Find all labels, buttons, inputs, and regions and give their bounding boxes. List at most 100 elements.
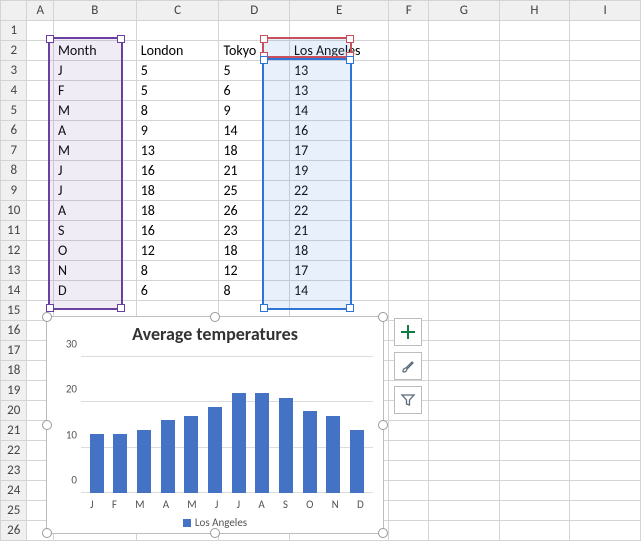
chart-bar[interactable]	[137, 430, 151, 493]
cell[interactable]	[570, 361, 641, 381]
cell[interactable]: M	[53, 101, 136, 121]
grid-row[interactable]: 5M8914	[1, 101, 641, 121]
resize-handle[interactable]	[378, 528, 388, 538]
chart-elements-button[interactable]	[394, 318, 422, 346]
cell[interactable]: A	[53, 121, 136, 141]
cell[interactable]: J	[53, 161, 136, 181]
cell[interactable]	[499, 201, 570, 221]
cell[interactable]: N	[53, 261, 136, 281]
cell[interactable]	[429, 161, 500, 181]
cell[interactable]	[499, 61, 570, 81]
chart-bar[interactable]	[232, 393, 246, 493]
cell[interactable]	[570, 281, 641, 301]
cell[interactable]	[429, 321, 500, 341]
cell[interactable]	[27, 41, 53, 61]
cell[interactable]	[136, 21, 219, 41]
row-header[interactable]: 22	[1, 441, 27, 461]
cell[interactable]	[570, 481, 641, 501]
cell[interactable]	[570, 221, 641, 241]
grid-row[interactable]: 4F5613	[1, 81, 641, 101]
cell[interactable]: J	[53, 181, 136, 201]
cell[interactable]	[570, 341, 641, 361]
cell[interactable]	[27, 281, 53, 301]
cell[interactable]	[499, 221, 570, 241]
cell[interactable]: 9	[219, 101, 290, 121]
row-header[interactable]: 21	[1, 421, 27, 441]
cell[interactable]	[429, 361, 500, 381]
cell[interactable]	[570, 421, 641, 441]
cell[interactable]	[499, 261, 570, 281]
row-header[interactable]: 9	[1, 181, 27, 201]
cell[interactable]	[389, 201, 429, 221]
cell[interactable]	[570, 381, 641, 401]
cell[interactable]: 26	[219, 201, 290, 221]
cell[interactable]: M	[53, 141, 136, 161]
cell[interactable]	[499, 181, 570, 201]
resize-handle[interactable]	[378, 420, 388, 430]
row-header[interactable]: 26	[1, 521, 27, 541]
cell[interactable]	[429, 201, 500, 221]
cell[interactable]	[290, 21, 389, 41]
row-header[interactable]: 5	[1, 101, 27, 121]
cell[interactable]	[429, 341, 500, 361]
cell[interactable]	[27, 61, 53, 81]
cell[interactable]	[389, 261, 429, 281]
cell[interactable]	[429, 241, 500, 261]
grid-row[interactable]: 10A182622	[1, 201, 641, 221]
cell[interactable]: 13	[136, 141, 219, 161]
chart-bar[interactable]	[350, 430, 364, 493]
cell[interactable]	[570, 101, 641, 121]
cell[interactable]: 16	[136, 221, 219, 241]
chart-plot-area[interactable]: 0 10 20 30	[81, 357, 373, 493]
cell[interactable]	[429, 141, 500, 161]
cell[interactable]	[429, 521, 500, 541]
cell[interactable]: 5	[136, 61, 219, 81]
cell[interactable]	[570, 41, 641, 61]
chart-filters-button[interactable]	[394, 386, 422, 414]
cell[interactable]	[499, 481, 570, 501]
cell[interactable]	[429, 481, 500, 501]
cell[interactable]: 8	[219, 281, 290, 301]
cell[interactable]: 5	[219, 61, 290, 81]
embedded-chart[interactable]: Average temperatures 0 10 20 30 JFMAMJJA…	[46, 316, 384, 534]
cell[interactable]	[27, 101, 53, 121]
cell[interactable]: 14	[290, 101, 389, 121]
cell[interactable]: 19	[290, 161, 389, 181]
col-header-I[interactable]: I	[570, 1, 641, 21]
chart-bar[interactable]	[326, 416, 340, 493]
grid-row[interactable]: 12O121818	[1, 241, 641, 261]
row-header[interactable]: 3	[1, 61, 27, 81]
cell[interactable]	[499, 321, 570, 341]
cell[interactable]	[499, 461, 570, 481]
cell[interactable]	[429, 181, 500, 201]
cell[interactable]	[429, 221, 500, 241]
cell[interactable]: D	[53, 281, 136, 301]
cell[interactable]	[499, 361, 570, 381]
cell[interactable]	[429, 61, 500, 81]
cell[interactable]	[499, 141, 570, 161]
grid-row[interactable]: 13N81217	[1, 261, 641, 281]
row-header[interactable]: 12	[1, 241, 27, 261]
cell[interactable]	[219, 21, 290, 41]
cell[interactable]	[389, 141, 429, 161]
row-header[interactable]: 14	[1, 281, 27, 301]
cell[interactable]	[389, 241, 429, 261]
chart-styles-button[interactable]	[394, 352, 422, 380]
cell[interactable]: 12	[219, 261, 290, 281]
cell[interactable]	[27, 161, 53, 181]
cell[interactable]	[27, 181, 53, 201]
cell[interactable]: O	[53, 241, 136, 261]
cell[interactable]	[499, 121, 570, 141]
cell[interactable]	[570, 321, 641, 341]
cell[interactable]: 6	[219, 81, 290, 101]
cell[interactable]: Month	[53, 41, 136, 61]
col-header-B[interactable]: B	[53, 1, 136, 21]
cell[interactable]	[499, 41, 570, 61]
cell[interactable]	[429, 381, 500, 401]
cell[interactable]: 16	[136, 161, 219, 181]
row-header[interactable]: 13	[1, 261, 27, 281]
row-header[interactable]: 8	[1, 161, 27, 181]
column-header-row[interactable]: A B C D E F G H I	[1, 1, 641, 21]
chart-bar[interactable]	[208, 407, 222, 493]
row-header[interactable]: 11	[1, 221, 27, 241]
